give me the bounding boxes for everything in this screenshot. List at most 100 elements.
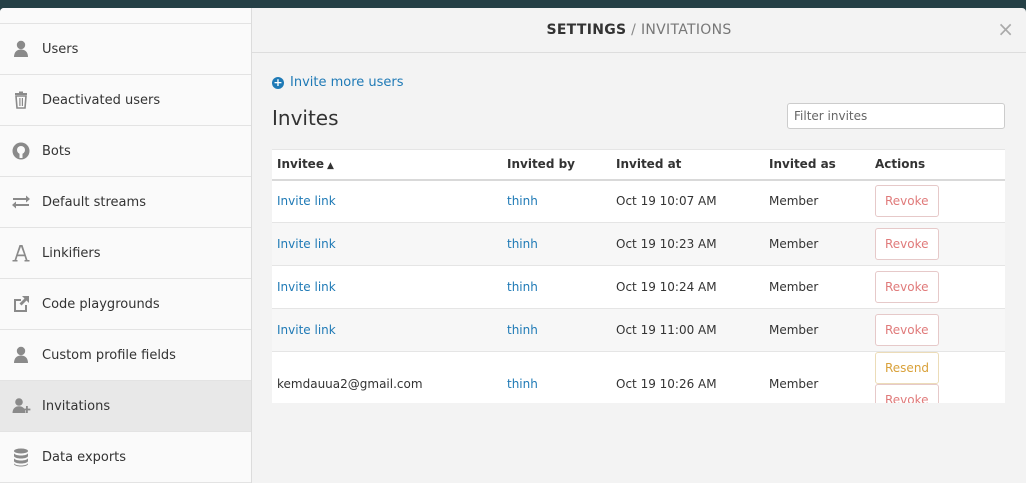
header-separator: / [626,22,641,38]
invitee-cell-link[interactable]: Invite link [277,194,336,208]
close-icon[interactable]: × [997,19,1014,39]
sidebar-item-invitations[interactable]: Invitations [0,381,251,432]
database-icon [10,446,32,468]
exchange-icon [10,191,32,213]
invite-more-users-link[interactable]: + Invite more users [272,75,404,90]
invitee-cell: Invite link [272,222,502,266]
invitee-cell-link[interactable]: Invite link [277,280,336,294]
invitee-cell: Invite link [272,265,502,309]
table-row: Invite link thinh Oct 19 10:23 AM Member Rev… [272,222,1005,266]
actions-cell: Revoke [870,308,1005,352]
invited-at-cell-text: Oct 19 11:00 AM [616,323,717,337]
sidebar-item-code-playgrounds[interactable]: Code playgrounds [0,279,251,330]
invited-by-cell-link[interactable]: thinh [507,323,538,337]
revoke-button[interactable]: Revoke [875,314,939,346]
sidebar-item-linkifiers[interactable]: Linkifiers [0,228,251,279]
sidebar-item-users[interactable]: Users [0,24,251,75]
font-icon [10,242,32,264]
sidebar-item-deactivated-users[interactable]: Deactivated users [0,75,251,126]
invited-at-cell: Oct 19 10:26 AM [611,351,764,403]
invited-as-cell-text: Member [769,377,819,391]
invitee-cell: Invite link [272,308,502,352]
invited-by-cell-link[interactable]: thinh [507,280,538,294]
invitee-cell-link[interactable]: Invite link [277,323,336,337]
invitee-cell-link[interactable]: Invite link [277,237,336,251]
column-header-invitee[interactable]: Invitee ▲ [272,149,502,181]
invitee-cell-text: kemdauua2@gmail.com [277,377,423,391]
sidebar-item-label: Bots [42,143,71,159]
invited-as-cell-text: Member [769,323,819,337]
actions-cell: Revoke [870,179,1005,223]
sidebar-item-data-exports[interactable]: Data exports [0,432,251,483]
revoke-button[interactable]: Revoke [875,384,939,403]
invited-by-cell: thinh [502,265,611,309]
invited-at-cell-text: Oct 19 10:26 AM [616,377,717,391]
sidebar-item-label: Data exports [42,449,127,465]
sidebar-item-custom-profile-fields[interactable]: Custom profile fields [0,330,251,381]
plus-circle-icon: + [272,75,284,89]
invited-by-cell: thinh [502,308,611,352]
invited-at-cell-text: Oct 19 10:23 AM [616,237,717,251]
external-link-icon [10,293,32,315]
settings-main: SETTINGS / INVITATIONS × + Invite more u… [252,8,1026,483]
invitee-cell: Invite link [272,179,502,223]
sidebar-item-label: Users [42,41,79,57]
invites-table: Invitee ▲ Invited by Invited at Invited a… [272,149,1005,403]
user-plus-icon [10,395,32,417]
invited-at-cell: Oct 19 10:23 AM [611,222,764,266]
settings-modal: Users Deactivated users Bots Default stream… [0,8,1026,483]
invited-as-cell: Member [764,308,870,352]
invites-heading: Invites [272,106,339,130]
sidebar-item-label: Invitations [42,398,111,414]
invite-more-label: Invite more users [290,75,404,90]
header-title-main: SETTINGS [546,22,627,38]
revoke-button[interactable]: Revoke [875,185,939,218]
sidebar-item-label: Code playgrounds [42,296,160,312]
invited-as-cell-text: Member [769,280,819,294]
invited-by-cell-link[interactable]: thinh [507,377,538,391]
invited-by-cell: thinh [502,351,611,403]
column-header-invited-as[interactable]: Invited as [764,149,870,181]
sidebar-item-label: Default streams [42,194,146,210]
sidebar-item-label: Linkifiers [42,245,101,261]
column-header-actions: Actions [870,149,1005,181]
revoke-button[interactable]: Revoke [875,228,939,260]
trash-icon [10,89,32,111]
invited-by-cell-link[interactable]: thinh [507,194,538,208]
sidebar-top-divider [0,8,251,24]
invited-by-cell: thinh [502,179,611,223]
settings-sidebar: Users Deactivated users Bots Default stream… [0,8,252,483]
sidebar-item-bots[interactable]: Bots [0,126,251,177]
modal-header: SETTINGS / INVITATIONS × [252,8,1026,53]
user-icon [10,344,32,366]
actions-cell: Revoke [870,265,1005,309]
invited-by-cell-link[interactable]: thinh [507,237,538,251]
column-header-invited-by[interactable]: Invited by [502,149,611,181]
invited-at-cell: Oct 19 10:24 AM [611,265,764,309]
table-row: Invite link thinh Oct 19 10:07 AM Member Rev… [272,179,1005,223]
table-header-row: Invitee ▲ Invited by Invited at Invited a… [272,149,1005,181]
invitee-cell: kemdauua2@gmail.com [272,351,502,403]
invited-as-cell: Member [764,222,870,266]
table-row: Invite link thinh Oct 19 11:00 AM Member Rev… [272,308,1005,352]
table-row: Invite link thinh Oct 19 10:24 AM Member Rev… [272,265,1005,309]
resend-button[interactable]: Resend [875,352,940,384]
invited-as-cell: Member [764,179,870,223]
invited-at-cell-text: Oct 19 10:07 AM [616,194,717,209]
invited-as-cell: Member [764,351,870,403]
header-title-sub: INVITATIONS [640,22,732,38]
invites-table-container[interactable]: Invitee ▲ Invited by Invited at Invited a… [272,149,1005,403]
filter-invites-input[interactable] [787,103,1005,129]
github-icon [10,140,32,162]
column-header-invited-at[interactable]: Invited at [611,149,764,181]
sidebar-item-default-streams[interactable]: Default streams [0,177,251,228]
table-row: kemdauua2@gmail.com thinh Oct 19 10:26 AM M… [272,351,1005,403]
invited-as-cell-text: Member [769,194,819,209]
revoke-button[interactable]: Revoke [875,271,939,303]
user-icon [10,38,32,60]
sort-asc-icon: ▲ [326,161,334,172]
page-title: SETTINGS / INVITATIONS [546,22,731,38]
sidebar-item-label: Deactivated users [42,92,161,108]
actions-cell: Revoke [870,222,1005,266]
invited-as-cell: Member [764,265,870,309]
